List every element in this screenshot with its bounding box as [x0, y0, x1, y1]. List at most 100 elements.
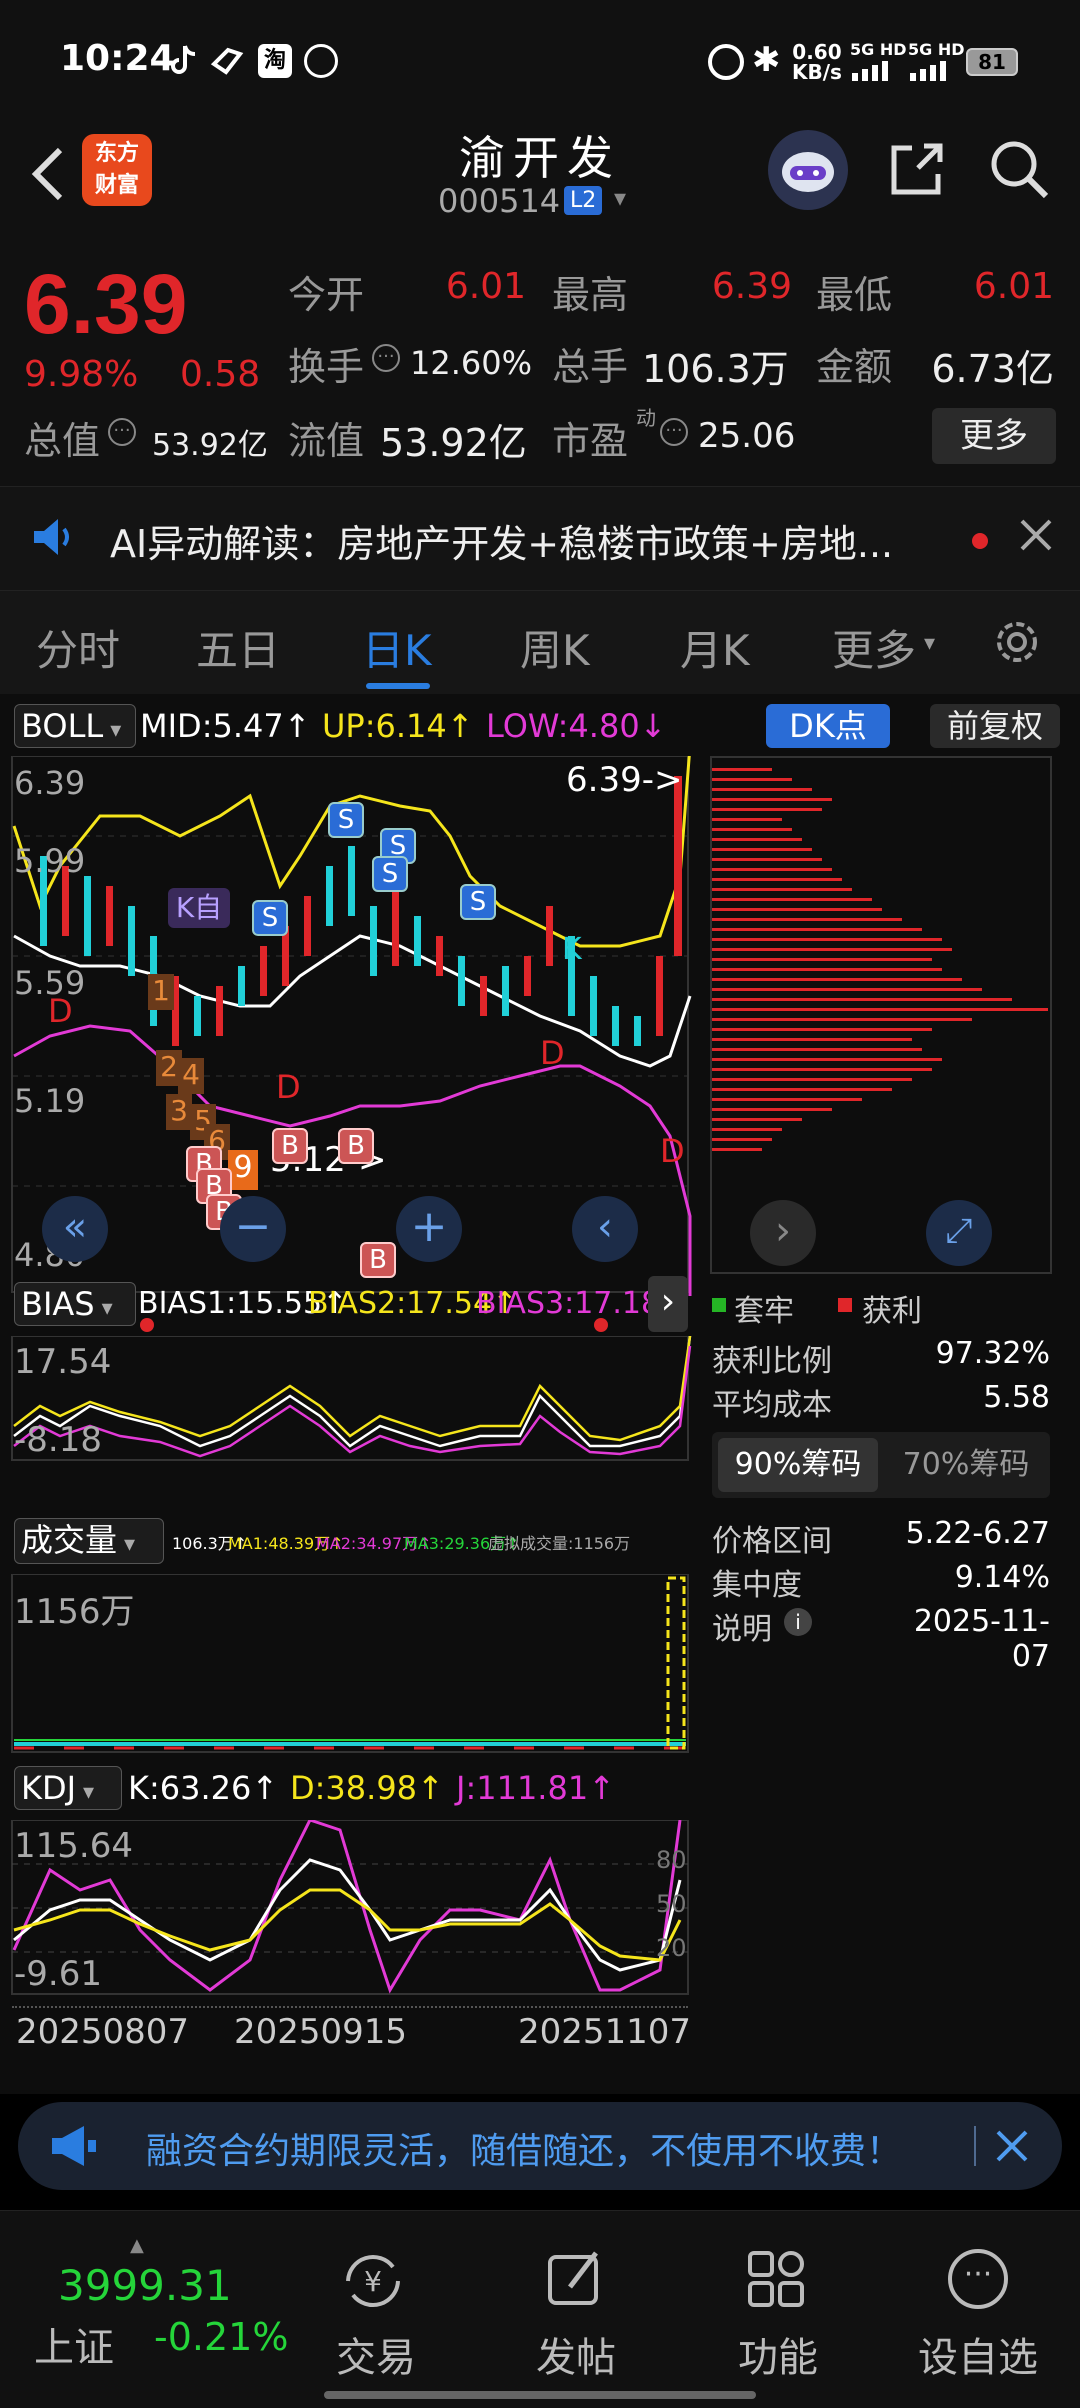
volume-indicator-select[interactable]: 成交量 ▾ — [14, 1518, 164, 1564]
sim2-signal: 5G HD — [908, 40, 965, 85]
kdj-y-bottom: -9.61 — [14, 1954, 102, 1994]
tiktok-icon — [168, 44, 198, 78]
tab-monthly-k[interactable]: 月K — [680, 617, 750, 678]
bias-y-bottom: -8.18 — [14, 1420, 102, 1460]
chevron-down-icon[interactable]: ▾ — [614, 184, 626, 212]
d-marker: D — [660, 1132, 685, 1170]
sell-signal-marker[interactable]: S — [252, 900, 288, 936]
info-icon[interactable]: ··· — [372, 344, 400, 372]
expand-icon[interactable]: ⤢ — [926, 1200, 992, 1266]
date-label-mid: 20250915 — [234, 2012, 408, 2052]
chevron-up-icon[interactable]: ▲ — [130, 2235, 144, 2256]
info-icon[interactable]: ··· — [108, 418, 136, 446]
stock-code: 000514 — [438, 182, 561, 220]
nav-add-watchlist[interactable]: 设自选 — [898, 2325, 1058, 2383]
chip-distribution-chart[interactable] — [710, 756, 1052, 1276]
open-value: 6.01 — [445, 266, 526, 307]
ai-insight-text: AI异动解读：房地产开发+稳楼市政策+房地... — [110, 522, 894, 566]
settings-gear-icon[interactable] — [990, 615, 1044, 669]
price-range-label: 价格区间 — [712, 1524, 832, 1559]
svg-text:¥: ¥ — [364, 2265, 382, 2298]
high-label: 最高 — [552, 273, 629, 317]
tab-chip-70[interactable]: 70%筹码 — [888, 1438, 1044, 1492]
active-tab-indicator — [366, 683, 430, 689]
rewind-icon[interactable]: « — [42, 1196, 108, 1262]
nav-post[interactable]: 发帖 — [496, 2325, 656, 2383]
level2-badge[interactable]: L2 — [564, 186, 603, 215]
share-icon[interactable] — [884, 136, 950, 202]
zoom-out-icon[interactable]: − — [220, 1196, 286, 1262]
promo-banner[interactable]: 融资合约期限灵活，随借随还，不使用不收费！ — [18, 2102, 1062, 2190]
function-grid-icon[interactable] — [746, 2249, 806, 2309]
post-edit-icon[interactable] — [544, 2247, 608, 2311]
sell-signal-marker[interactable]: S — [372, 856, 408, 892]
close-icon[interactable] — [990, 2124, 1034, 2168]
info-icon[interactable]: i — [784, 1608, 812, 1636]
self-mark-k[interactable]: K自 — [168, 888, 230, 928]
float-value: 53.92亿 — [380, 421, 527, 465]
more-circle-icon[interactable]: ··· — [948, 2249, 1008, 2309]
trade-icon[interactable]: ¥ — [338, 2251, 408, 2311]
y-label-top: 6.39 — [14, 764, 86, 802]
low-label: 最低 — [816, 273, 893, 317]
kdj-k-line — [13, 1858, 682, 1972]
chevron-right-icon[interactable]: › — [750, 1200, 816, 1266]
kdj-level-50: 50 — [656, 1890, 687, 1918]
index-change[interactable]: -0.21% — [154, 2315, 288, 2359]
more-button[interactable]: 更多 — [932, 408, 1056, 464]
amount-value: 6.73亿 — [931, 347, 1054, 391]
tab-daily-k[interactable]: 日K — [362, 617, 432, 678]
tab-more[interactable]: 更多 — [832, 617, 916, 678]
expand-right-icon[interactable]: › — [648, 1276, 688, 1332]
concentration-label: 集中度 — [712, 1568, 802, 1603]
dk-point-button[interactable]: DK点 — [766, 704, 890, 748]
date-label-start: 20250807 — [16, 2012, 190, 2052]
count-marker: 1 — [148, 974, 174, 1010]
promo-text: 融资合约期限灵活，随借随还，不使用不收费！ — [146, 2131, 903, 2172]
boll-mid: MID:5.47↑ — [140, 707, 311, 745]
locked-legend-swatch — [712, 1298, 726, 1312]
nav-function[interactable]: 功能 — [698, 2325, 858, 2383]
date-label-end: 20251107 — [518, 2012, 692, 2052]
buy-signal-marker[interactable]: B — [338, 1128, 374, 1164]
adjust-price-button[interactable]: 前复权 — [930, 704, 1060, 748]
tab-weekly-k[interactable]: 周K — [520, 617, 590, 678]
bias-y-top: 17.54 — [14, 1342, 112, 1382]
status-bar: 10:24 淘 ✱ 0.60 KB/s 5G HD 5G HD 81 — [0, 0, 1080, 120]
date-axis-ticks — [12, 1996, 688, 2008]
mktcap-label: 总值 — [24, 419, 101, 463]
bias1-line — [13, 1336, 692, 1448]
index-name[interactable]: 上证 — [34, 2315, 114, 2373]
count-marker: 9 — [228, 1150, 258, 1190]
tab-intraday[interactable]: 分时 — [36, 617, 120, 678]
close-icon[interactable] — [1016, 515, 1056, 555]
tab-chip-90[interactable]: 90%筹码 — [718, 1438, 878, 1492]
bias2-line — [13, 1336, 692, 1442]
ai-insight-bar[interactable]: AI异动解读：房地产开发+稳楼市政策+房地... — [0, 486, 1080, 590]
nav-trade[interactable]: 交易 — [296, 2325, 456, 2383]
buy-signal-marker[interactable]: B — [272, 1128, 308, 1164]
index-value[interactable]: 3999.31 — [58, 2261, 232, 2310]
boll-indicator-select[interactable]: BOLL ▾ — [14, 704, 136, 748]
period-tabs: 分时 五日 日K 周K 月K 更多 ▾ — [0, 590, 1080, 694]
sell-signal-marker[interactable]: S — [328, 802, 364, 838]
count-marker: 3 — [166, 1094, 192, 1130]
quote-panel: 6.39 9.98% 0.58 今开 6.01 最高 6.39 最低 6.01 … — [0, 238, 1080, 486]
virtual-volume: 虚拟成交量:1156万 — [488, 1534, 631, 1553]
sell-signal-marker[interactable]: S — [460, 884, 496, 920]
low-value: 6.01 — [973, 266, 1054, 307]
kdj-indicator-select[interactable]: KDJ ▾ — [14, 1766, 122, 1810]
megaphone-icon — [48, 2124, 102, 2168]
search-icon[interactable] — [986, 136, 1052, 202]
alarm-icon — [708, 44, 744, 80]
previous-icon[interactable]: ‹ — [572, 1196, 638, 1262]
robot-assistant-icon[interactable] — [768, 130, 848, 210]
tab-five-day[interactable]: 五日 — [196, 617, 280, 678]
buy-signal-marker[interactable]: B — [360, 1242, 396, 1278]
avg-cost-value: 5.58 — [983, 1380, 1050, 1415]
zoom-in-icon[interactable]: + — [396, 1196, 462, 1262]
bias-indicator-select[interactable]: BIAS ▾ — [14, 1282, 136, 1326]
info-icon[interactable]: ··· — [660, 418, 688, 446]
taobao-icon: 淘 — [258, 44, 292, 78]
mktcap-value: 53.92亿 — [152, 428, 268, 463]
